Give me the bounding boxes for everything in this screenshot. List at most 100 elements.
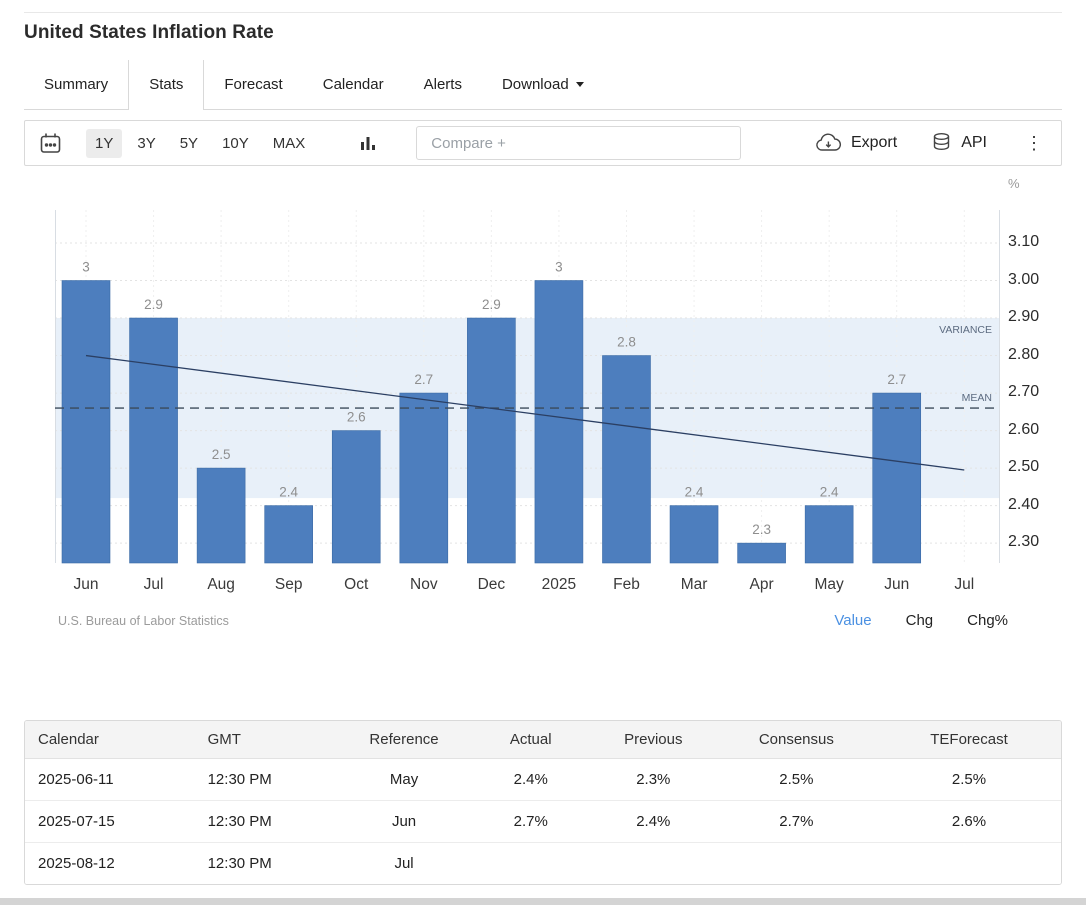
table-cell: 2.7% [470, 801, 591, 843]
table-cell: 12:30 PM [195, 759, 338, 801]
export-label: Export [851, 134, 897, 152]
range-10y-button[interactable]: 10Y [213, 129, 258, 158]
page-title: United States Inflation Rate [24, 22, 274, 44]
bar-value-label: 2.9 [144, 297, 163, 312]
table-cell: May [338, 759, 471, 801]
bar-Jun[interactable] [62, 281, 110, 563]
bar-value-label: 2.6 [347, 410, 366, 425]
tab-alerts[interactable]: Alerts [404, 60, 482, 109]
bar-value-label: 3 [82, 260, 90, 275]
bar-Mar[interactable] [670, 506, 718, 563]
table-row[interactable]: 2025-06-1112:30 PMMay2.4%2.3%2.5%2.5% [25, 759, 1061, 801]
api-button[interactable]: API [931, 132, 987, 154]
table-cell: Jul [338, 843, 471, 885]
calendar-icon[interactable] [39, 132, 62, 155]
bar-value-label: 2.7 [887, 372, 906, 387]
x-tick-label: Sep [275, 576, 303, 593]
table-cell: 2.3% [591, 759, 716, 801]
bar-Aug[interactable] [197, 468, 245, 563]
bar-value-label: 2.7 [414, 372, 433, 387]
source-attribution: U.S. Bureau of Labor Statistics [58, 614, 229, 628]
table-row[interactable]: 2025-08-1212:30 PMJul [25, 843, 1061, 885]
x-tick-label: Jun [74, 576, 99, 593]
table-cell [591, 843, 716, 885]
table-cell: 2.5% [716, 759, 877, 801]
col-header-reference: Reference [338, 721, 471, 759]
bar-Sep[interactable] [265, 506, 313, 563]
x-tick-label: Mar [681, 576, 708, 593]
y-tick-label: 2.70 [1008, 383, 1039, 401]
col-header-teforecast: TEForecast [877, 721, 1061, 759]
y-tick-label: 2.80 [1008, 346, 1039, 364]
export-button[interactable]: Export [815, 133, 897, 153]
x-tick-label: Jul [954, 576, 974, 593]
range-1y-button[interactable]: 1Y [86, 129, 122, 158]
table-cell [470, 843, 591, 885]
col-header-calendar: Calendar [25, 721, 195, 759]
tab-summary[interactable]: Summary [24, 60, 128, 109]
variance-label: VARIANCE [939, 324, 992, 336]
calendar-table: CalendarGMTReferenceActualPreviousConsen… [24, 720, 1062, 885]
x-tick-label: Nov [410, 576, 438, 593]
table-cell: 2025-08-12 [25, 843, 195, 885]
tab-download-label: Download [502, 76, 569, 93]
table-cell: 2025-07-15 [25, 801, 195, 843]
bar-Jul[interactable] [130, 318, 178, 563]
bar-Apr[interactable] [738, 543, 786, 563]
database-icon [931, 132, 952, 154]
toggle-value[interactable]: Value [834, 612, 871, 629]
x-tick-label: May [815, 576, 845, 593]
x-tick-label: Jul [144, 576, 164, 593]
kebab-icon[interactable]: ⋮ [1021, 133, 1047, 154]
bar-chart-plot[interactable]: 3Jun2.9Jul2.5Aug2.4Sep2.6Oct2.7Nov2.9Dec… [55, 210, 1000, 622]
range-3y-button[interactable]: 3Y [128, 129, 164, 158]
tab-download[interactable]: Download [482, 60, 604, 109]
y-tick-label: 3.10 [1008, 233, 1039, 251]
bar-Jun[interactable] [873, 393, 921, 563]
table-cell: 2.5% [877, 759, 1061, 801]
table-cell [716, 843, 877, 885]
bar-value-label: 2.3 [752, 522, 771, 537]
col-header-consensus: Consensus [716, 721, 877, 759]
bar-chart-icon[interactable] [358, 133, 378, 153]
bar-value-label: 2.4 [685, 485, 704, 500]
table-row[interactable]: 2025-07-1512:30 PMJun2.7%2.4%2.7%2.6% [25, 801, 1061, 843]
toggle-chg[interactable]: Chg [906, 612, 934, 629]
bar-Feb[interactable] [602, 356, 650, 563]
bar-May[interactable] [805, 506, 853, 563]
x-tick-label: Aug [207, 576, 235, 593]
col-header-actual: Actual [470, 721, 591, 759]
top-divider [24, 12, 1062, 13]
table-cell: 2.6% [877, 801, 1061, 843]
tab-calendar[interactable]: Calendar [303, 60, 404, 109]
bar-2025[interactable] [535, 281, 583, 563]
range-5y-button[interactable]: 5Y [171, 129, 207, 158]
table-cell: 2025-06-11 [25, 759, 195, 801]
calendar-table-header: CalendarGMTReferenceActualPreviousConsen… [25, 721, 1061, 759]
tab-stats[interactable]: Stats [128, 60, 204, 109]
y-tick-label: 3.00 [1008, 271, 1039, 289]
col-header-previous: Previous [591, 721, 716, 759]
api-label: API [961, 134, 987, 152]
bar-Dec[interactable] [467, 318, 515, 563]
col-header-gmt: GMT [195, 721, 338, 759]
table-cell: Jun [338, 801, 471, 843]
tab-forecast[interactable]: Forecast [204, 60, 302, 109]
table-cell: 2.4% [591, 801, 716, 843]
toggle-chg-pct[interactable]: Chg% [967, 612, 1008, 629]
toolbar-actions: Export API ⋮ [815, 132, 1047, 154]
bar-Nov[interactable] [400, 393, 448, 563]
bar-value-label: 2.4 [820, 485, 839, 500]
y-tick-label: 2.90 [1008, 308, 1039, 326]
x-tick-label: Jun [884, 576, 909, 593]
x-tick-label: Apr [750, 576, 774, 593]
x-tick-label: Feb [613, 576, 640, 593]
bar-value-label: 2.4 [279, 485, 298, 500]
cloud-download-icon [815, 133, 842, 153]
range-max-button[interactable]: MAX [264, 129, 315, 158]
bar-value-label: 2.8 [617, 335, 636, 350]
bar-value-label: 2.5 [212, 447, 231, 462]
compare-input[interactable] [416, 126, 741, 160]
bar-Oct[interactable] [332, 431, 380, 563]
inflation-chart: % 3Jun2.9Jul2.5Aug2.4Sep2.6Oct2.7Nov2.9D… [0, 168, 1086, 638]
